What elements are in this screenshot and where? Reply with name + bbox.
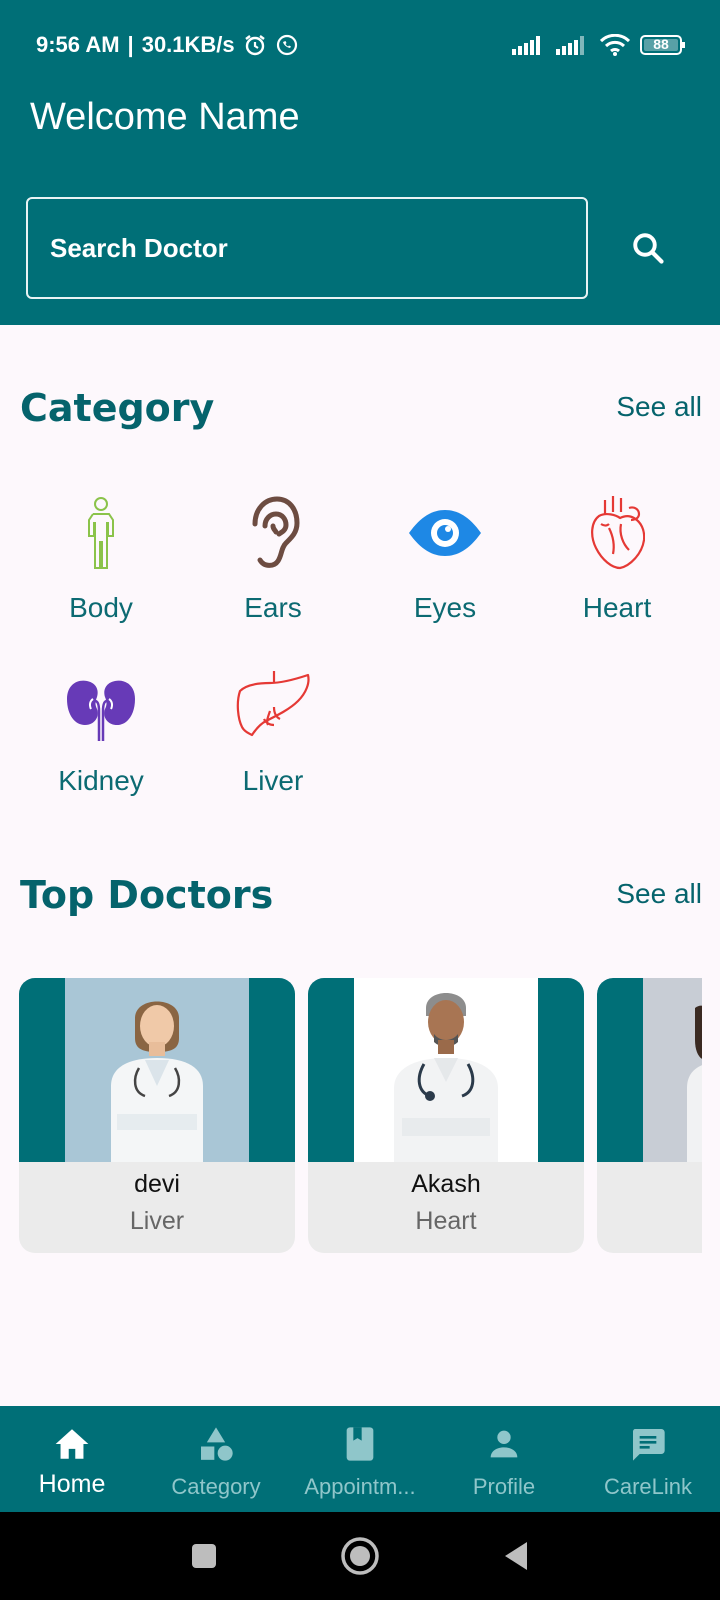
- search-input[interactable]: [50, 232, 586, 264]
- nav-label: Home: [38, 1470, 106, 1498]
- search-field[interactable]: [26, 197, 588, 299]
- doctor-card-devi[interactable]: devi Liver: [19, 978, 295, 1253]
- nav-label: Profile: [472, 1474, 536, 1499]
- doctor-portrait-icon: [643, 978, 702, 1162]
- doctor-photo: [308, 978, 584, 1162]
- person-icon: [490, 1430, 518, 1458]
- doctor-photo: [597, 978, 702, 1162]
- bottom-navigation: Home Category Appointm... Profile CareLi…: [0, 1406, 720, 1512]
- category-item-heart[interactable]: Heart: [532, 490, 702, 624]
- status-speed: 30.1KB/s: [141, 32, 235, 57]
- category-label: Eyes: [413, 592, 477, 623]
- doctor-portrait-icon: [354, 978, 538, 1162]
- back-button[interactable]: [492, 1532, 540, 1580]
- category-label: Ears: [244, 592, 302, 623]
- welcome-title: Welcome Name: [30, 96, 300, 138]
- doctor-card-partial[interactable]: [597, 978, 702, 1253]
- square-icon: [192, 1544, 216, 1568]
- category-label: Kidney: [58, 765, 144, 796]
- status-time: 9:56 AM: [36, 32, 120, 57]
- alarm-icon: [243, 33, 267, 57]
- nav-label: Appointm...: [304, 1474, 416, 1499]
- top-doctors-title: Top Doctors: [20, 873, 274, 917]
- book-icon: [346, 1427, 374, 1461]
- nav-profile[interactable]: Profile: [432, 1406, 576, 1512]
- doctor-card-clip: [597, 978, 702, 1253]
- body-icon: [88, 497, 114, 569]
- search-button[interactable]: [626, 226, 670, 270]
- signal-icon-2: [556, 35, 590, 55]
- doctor-specialty: Liver: [129, 1207, 185, 1235]
- battery-level: 88: [653, 36, 669, 52]
- doctor-card-akash[interactable]: Akash Heart: [308, 978, 584, 1253]
- category-label: Liver: [242, 765, 304, 796]
- category-icon: [201, 1427, 233, 1461]
- search-icon: [633, 233, 664, 264]
- nav-carelink[interactable]: CareLink: [576, 1406, 720, 1512]
- doctors-see-all-link[interactable]: See all: [616, 878, 702, 910]
- category-item-ears[interactable]: Ears: [188, 490, 358, 624]
- app-header: 9:56 AM | 30.1KB/s 88 Welcome Name Searc…: [0, 0, 720, 325]
- system-navigation-bar: [0, 1512, 720, 1600]
- circle-icon: [341, 1537, 379, 1575]
- nav-label: CareLink: [603, 1474, 693, 1499]
- kidney-icon: [67, 680, 135, 741]
- status-separator: |: [127, 32, 134, 57]
- category-see-all-link[interactable]: See all: [616, 391, 702, 423]
- nav-category[interactable]: Category: [144, 1406, 288, 1512]
- doctor-name: devi: [134, 1170, 180, 1198]
- doctor-portrait-icon: [65, 978, 249, 1162]
- category-title: Category: [20, 386, 215, 430]
- category-item-liver[interactable]: Liver: [188, 663, 358, 797]
- recent-apps-button[interactable]: [180, 1532, 228, 1580]
- battery-icon: 88: [640, 34, 686, 56]
- chat-icon: [632, 1429, 665, 1461]
- category-label: Heart: [582, 592, 652, 623]
- eye-icon: [409, 510, 481, 556]
- category-item-body[interactable]: Body: [16, 490, 186, 624]
- status-bar: 9:56 AM | 30.1KB/s 88: [36, 30, 686, 60]
- ear-icon: [252, 496, 300, 568]
- category-label: Body: [69, 592, 133, 623]
- wifi-icon: [600, 34, 630, 56]
- nav-appointments[interactable]: Appointm...: [288, 1406, 432, 1512]
- liver-icon: [236, 671, 310, 737]
- doctor-photo: [19, 978, 295, 1162]
- nav-home[interactable]: Home: [0, 1406, 144, 1512]
- whatsapp-icon: [275, 33, 299, 57]
- signal-icon: [512, 35, 546, 55]
- home-system-button[interactable]: [336, 1532, 384, 1580]
- doctor-specialty: Heart: [415, 1207, 477, 1235]
- category-item-eyes[interactable]: Eyes: [360, 490, 530, 624]
- doctor-name: Akash: [411, 1170, 481, 1198]
- heart-organ-icon: [591, 496, 645, 570]
- category-item-kidney[interactable]: Kidney: [16, 663, 186, 797]
- home-icon: [55, 1429, 89, 1459]
- nav-label: Category: [171, 1474, 261, 1499]
- back-triangle-icon: [505, 1542, 527, 1570]
